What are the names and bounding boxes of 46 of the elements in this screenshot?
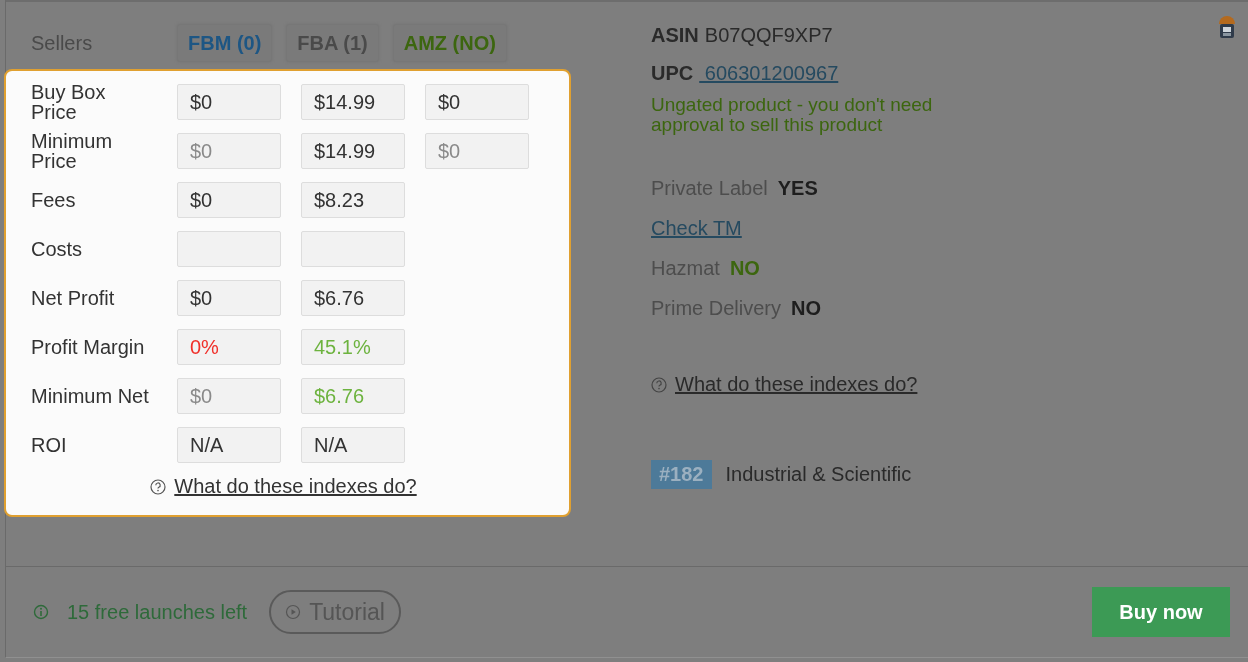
category-text: Industrial & Scientific — [725, 463, 912, 486]
prime-delivery-value: NO — [791, 296, 822, 320]
value-field: $0 — [177, 133, 281, 169]
value-field: $0 — [177, 182, 281, 218]
asin-value: B07QQF9XP7 — [704, 23, 833, 47]
metric-label: Buy Box Price — [31, 84, 107, 120]
value-field: N/A — [301, 427, 405, 463]
value-field: $8.23 — [301, 182, 405, 218]
help-link[interactable]: What do these indexes do? — [174, 475, 417, 498]
upc-link[interactable]: 606301200967 — [699, 61, 839, 85]
help-icon — [651, 376, 667, 393]
check-tm-link[interactable]: Check TM — [651, 216, 742, 240]
metric-label: ROI — [31, 433, 68, 458]
metric-label: Costs — [31, 237, 84, 262]
value-field: $0 — [425, 84, 529, 120]
value-field: N/A — [177, 427, 281, 463]
asin-label: ASIN — [651, 23, 699, 47]
value-field: $0 — [177, 84, 281, 120]
gating-message: Ungated product - you don't need approval to sell this product — [651, 95, 934, 135]
value-field: $14.99 — [301, 84, 405, 120]
value-field: $0 — [177, 378, 281, 414]
value-field: $6.76 — [301, 280, 405, 316]
metric-label: Profit Margin — [31, 335, 146, 360]
value-field: $14.99 — [301, 133, 405, 169]
launches-text: 15 free launches left — [67, 600, 248, 624]
upc-label: UPC — [651, 61, 694, 85]
logo-icon — [1217, 14, 1237, 40]
metric-label: Minimum Price — [31, 133, 114, 169]
value-field: 0% — [177, 329, 281, 365]
help-icon — [150, 478, 167, 495]
metric-label: Net Profit — [31, 286, 116, 311]
seller-tab[interactable]: FBM (0) — [177, 24, 273, 62]
private-label-value: YES — [777, 176, 818, 200]
value-field: $6.76 — [301, 378, 405, 414]
info-icon — [33, 604, 49, 620]
rank-badge: #182 — [651, 460, 712, 489]
metric-label: Fees — [31, 188, 77, 213]
hazmat-value: NO — [729, 256, 760, 280]
buy-now-button[interactable]: Buy now — [1092, 587, 1230, 637]
metric-label: Minimum Net — [31, 384, 150, 409]
help-link[interactable]: What do these indexes do? — [675, 373, 918, 396]
seller-tab[interactable]: AMZ (NO) — [392, 24, 507, 62]
value-field: 45.1% — [301, 329, 405, 365]
play-icon — [285, 604, 302, 620]
value-field: $0 — [425, 133, 529, 169]
value-field: $0 — [177, 280, 281, 316]
